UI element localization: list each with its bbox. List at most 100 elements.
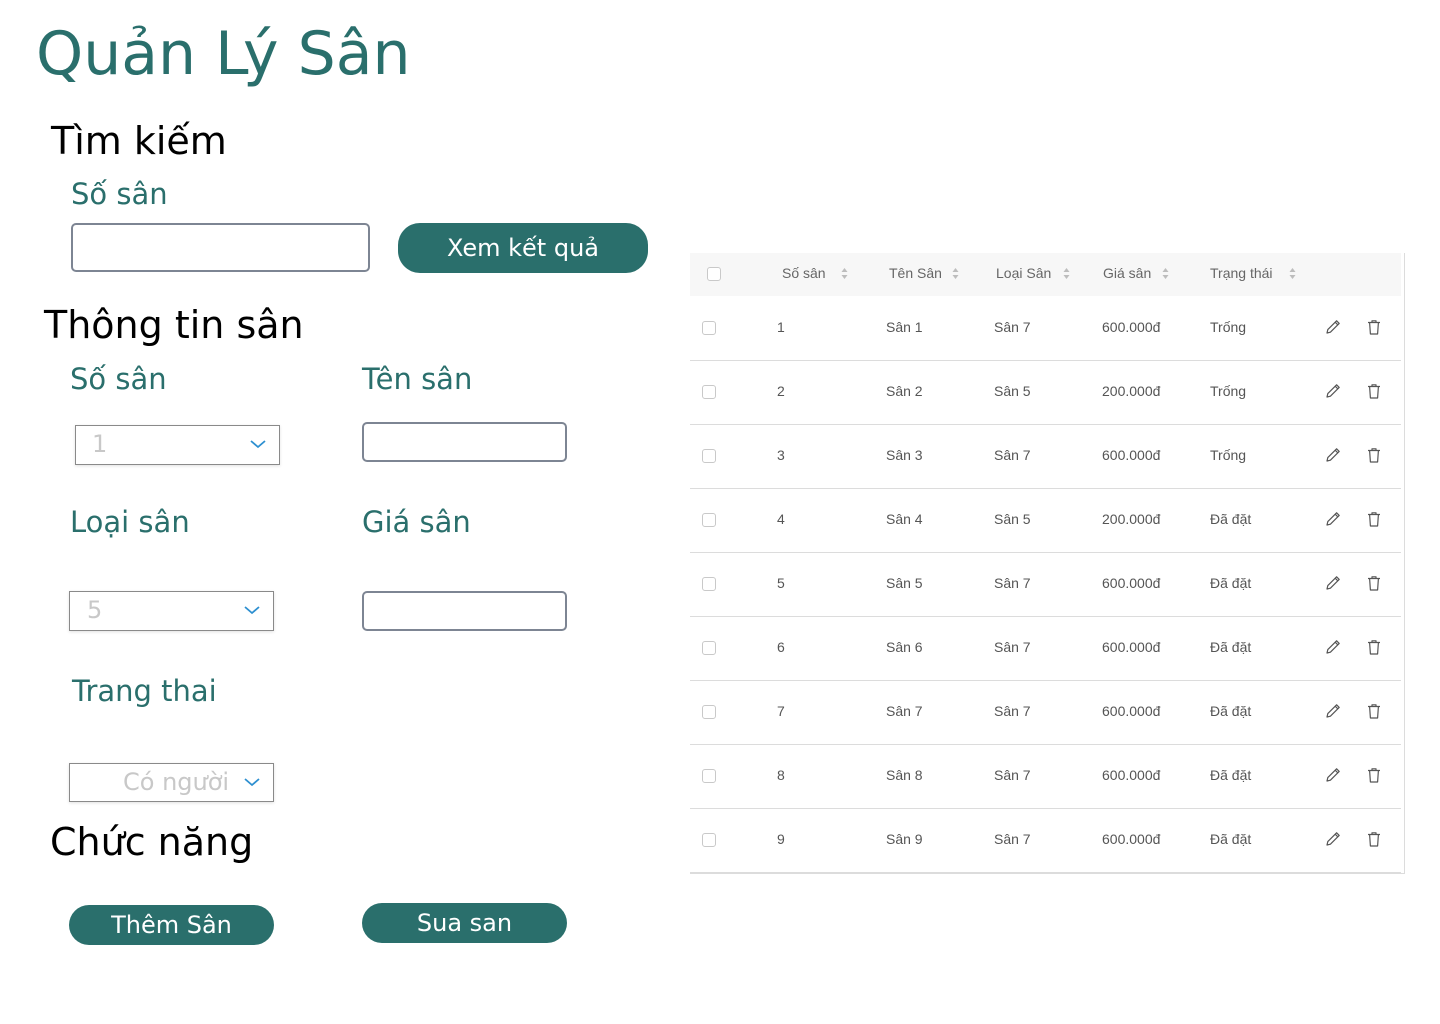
trang-thai-select-value: Có người: [123, 768, 230, 796]
table-row[interactable]: 1 Sân 1 Sân 7 600.000đ Trống: [690, 297, 1401, 361]
row-checkbox[interactable]: [702, 705, 716, 719]
row-checkbox[interactable]: [702, 385, 716, 399]
courts-table: Số sân Tên Sân Loại Sân Giá sân Trạng th…: [690, 253, 1405, 874]
trash-icon[interactable]: [1365, 702, 1383, 720]
cell-gia-san: 600.000đ: [1102, 703, 1161, 719]
cell-ten-san: Sân 5: [886, 575, 923, 591]
ten-san-input[interactable]: [362, 422, 567, 462]
cell-trang-thai: Trống: [1210, 383, 1247, 399]
sort-icon[interactable]: [841, 267, 848, 280]
cell-loai-san: Sân 7: [994, 703, 1031, 719]
cell-trang-thai: Đã đặt: [1210, 703, 1252, 719]
column-header-trang-thai[interactable]: Trạng thái: [1210, 265, 1273, 281]
cell-gia-san: 200.000đ: [1102, 383, 1161, 399]
search-field-label: Số sân: [71, 177, 168, 211]
cell-gia-san: 600.000đ: [1102, 447, 1161, 463]
so-san-select-value: 1: [92, 430, 108, 458]
cell-ten-san: Sân 8: [886, 767, 923, 783]
row-checkbox[interactable]: [702, 769, 716, 783]
table-row[interactable]: 5 Sân 5 Sân 7 600.000đ Đã đặt: [690, 553, 1401, 617]
cell-trang-thai: Trống: [1210, 447, 1247, 463]
functions-section-title: Chức năng: [50, 820, 254, 864]
cell-ten-san: Sân 9: [886, 831, 923, 847]
cell-trang-thai: Trống: [1210, 319, 1247, 335]
table-row[interactable]: 7 Sân 7 Sân 7 600.000đ Đã đặt: [690, 681, 1401, 745]
sort-icon[interactable]: [952, 267, 959, 280]
row-checkbox[interactable]: [702, 449, 716, 463]
edit-icon[interactable]: [1324, 446, 1342, 464]
cell-gia-san: 600.000đ: [1102, 831, 1161, 847]
cell-gia-san: 600.000đ: [1102, 575, 1161, 591]
cell-loai-san: Sân 5: [994, 383, 1031, 399]
row-checkbox[interactable]: [702, 833, 716, 847]
column-header-gia-san[interactable]: Giá sân: [1103, 265, 1151, 281]
trash-icon[interactable]: [1365, 574, 1383, 592]
table-row[interactable]: 9 Sân 9 Sân 7 600.000đ Đã đặt: [690, 809, 1401, 873]
cell-so-san: 7: [777, 703, 785, 719]
row-checkbox[interactable]: [702, 641, 716, 655]
gia-san-input[interactable]: [362, 591, 567, 631]
cell-so-san: 9: [777, 831, 785, 847]
add-court-button[interactable]: Thêm Sân: [69, 905, 274, 945]
ten-san-label: Tên sân: [362, 362, 473, 396]
view-results-button[interactable]: Xem kết quả: [398, 223, 648, 273]
loai-san-label: Loại sân: [70, 505, 190, 539]
row-checkbox[interactable]: [702, 321, 716, 335]
table-row[interactable]: 2 Sân 2 Sân 5 200.000đ Trống: [690, 361, 1401, 425]
trang-thai-select[interactable]: Có người: [69, 763, 274, 802]
trash-icon[interactable]: [1365, 510, 1383, 528]
cell-so-san: 3: [777, 447, 785, 463]
cell-gia-san: 600.000đ: [1102, 767, 1161, 783]
sort-icon[interactable]: [1289, 267, 1296, 280]
so-san-label: Số sân: [70, 362, 167, 396]
edit-icon[interactable]: [1324, 318, 1342, 336]
column-header-so-san[interactable]: Số sân: [782, 265, 826, 281]
trash-icon[interactable]: [1365, 318, 1383, 336]
cell-so-san: 6: [777, 639, 785, 655]
table-row[interactable]: 8 Sân 8 Sân 7 600.000đ Đã đặt: [690, 745, 1401, 809]
column-header-loai-san[interactable]: Loại Sân: [996, 265, 1051, 281]
cell-so-san: 5: [777, 575, 785, 591]
cell-trang-thai: Đã đặt: [1210, 511, 1252, 527]
cell-trang-thai: Đã đặt: [1210, 575, 1252, 591]
cell-trang-thai: Đã đặt: [1210, 831, 1252, 847]
cell-trang-thai: Đã đặt: [1210, 767, 1252, 783]
row-checkbox[interactable]: [702, 577, 716, 591]
cell-loai-san: Sân 7: [994, 639, 1031, 655]
edit-icon[interactable]: [1324, 830, 1342, 848]
loai-san-select-value: 5: [87, 596, 103, 624]
sort-icon[interactable]: [1162, 267, 1169, 280]
edit-court-button[interactable]: Sua san: [362, 903, 567, 943]
trash-icon[interactable]: [1365, 638, 1383, 656]
sort-icon[interactable]: [1063, 267, 1070, 280]
table-row[interactable]: 3 Sân 3 Sân 7 600.000đ Trống: [690, 425, 1401, 489]
trash-icon[interactable]: [1365, 382, 1383, 400]
select-all-checkbox[interactable]: [707, 267, 721, 281]
edit-icon[interactable]: [1324, 766, 1342, 784]
so-san-select[interactable]: 1: [75, 425, 280, 465]
trash-icon[interactable]: [1365, 766, 1383, 784]
search-input[interactable]: [71, 223, 370, 272]
edit-icon[interactable]: [1324, 510, 1342, 528]
cell-gia-san: 200.000đ: [1102, 511, 1161, 527]
chevron-down-icon: [244, 778, 260, 787]
cell-so-san: 4: [777, 511, 785, 527]
gia-san-label: Giá sân: [362, 505, 471, 539]
cell-ten-san: Sân 4: [886, 511, 923, 527]
row-checkbox[interactable]: [702, 513, 716, 527]
cell-loai-san: Sân 7: [994, 575, 1031, 591]
edit-icon[interactable]: [1324, 638, 1342, 656]
loai-san-select[interactable]: 5: [69, 591, 274, 631]
edit-icon[interactable]: [1324, 382, 1342, 400]
edit-icon[interactable]: [1324, 702, 1342, 720]
cell-loai-san: Sân 5: [994, 511, 1031, 527]
table-row[interactable]: 4 Sân 4 Sân 5 200.000đ Đã đặt: [690, 489, 1401, 553]
chevron-down-icon: [244, 606, 260, 615]
page-title: Quản Lý Sân: [36, 19, 411, 89]
trash-icon[interactable]: [1365, 830, 1383, 848]
edit-icon[interactable]: [1324, 574, 1342, 592]
table-row[interactable]: 6 Sân 6 Sân 7 600.000đ Đã đặt: [690, 617, 1401, 681]
column-header-ten-san[interactable]: Tên Sân: [889, 265, 942, 281]
table-header: Số sân Tên Sân Loại Sân Giá sân Trạng th…: [690, 253, 1401, 296]
trash-icon[interactable]: [1365, 446, 1383, 464]
